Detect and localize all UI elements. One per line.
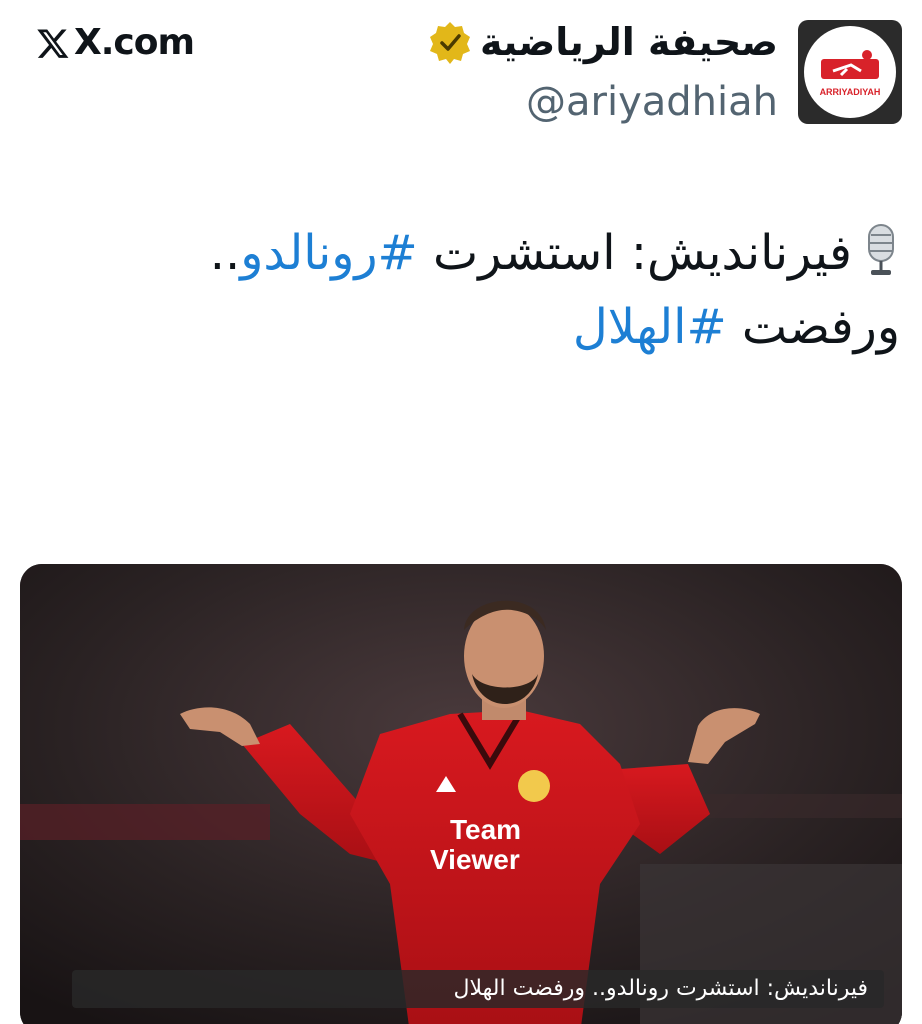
- x-logo-icon: [37, 29, 69, 58]
- hashtag-alhilal[interactable]: #الهلال: [573, 299, 727, 355]
- microphone-icon: [868, 224, 894, 275]
- x-brand[interactable]: X.com: [36, 22, 195, 63]
- avatar-logo: ARRIYADIYAH: [804, 26, 896, 118]
- hashtag-ronaldo[interactable]: #رونالدو: [240, 225, 418, 281]
- tweet-text: فيرنانديش: استشرت #رونالدو.. ورفضت #الهل…: [140, 216, 900, 364]
- image-caption: فيرنانديش: استشرت رونالدو.. ورفضت الهلال: [72, 970, 884, 1008]
- avatar-text: ARRIYADIYAH: [819, 87, 881, 97]
- tweet-header: صحيفة الرياضية @ariyadhiah ARRIYADIYAH: [428, 16, 902, 130]
- account-names: صحيفة الرياضية @ariyadhiah: [428, 16, 778, 130]
- shirt-sponsor-text-1: Team: [450, 814, 521, 845]
- brand-site-label: X.com: [74, 22, 195, 63]
- account-handle[interactable]: @ariyadhiah: [526, 74, 778, 130]
- display-name[interactable]: صحيفة الرياضية: [480, 16, 778, 68]
- player-photo: Team Viewer: [20, 564, 902, 1024]
- tweet-text-part1: فيرنانديش: استشرت: [417, 225, 852, 281]
- arriyadiyah-logo-icon: [821, 50, 879, 79]
- gold-verified-badge-icon: [430, 22, 470, 64]
- name-row: صحيفة الرياضية: [428, 16, 778, 68]
- club-crest-icon: [518, 770, 550, 802]
- tweet-screenshot: X.com صحيفة الرياضية @ariyadhiah ARRIYAD…: [0, 0, 922, 1024]
- tweet-media[interactable]: Team Viewer فيرنانديش: استشرت رونالدو.. …: [20, 564, 902, 1024]
- avatar[interactable]: ARRIYADIYAH: [798, 20, 902, 124]
- shirt-sponsor-text-2: Viewer: [430, 844, 520, 875]
